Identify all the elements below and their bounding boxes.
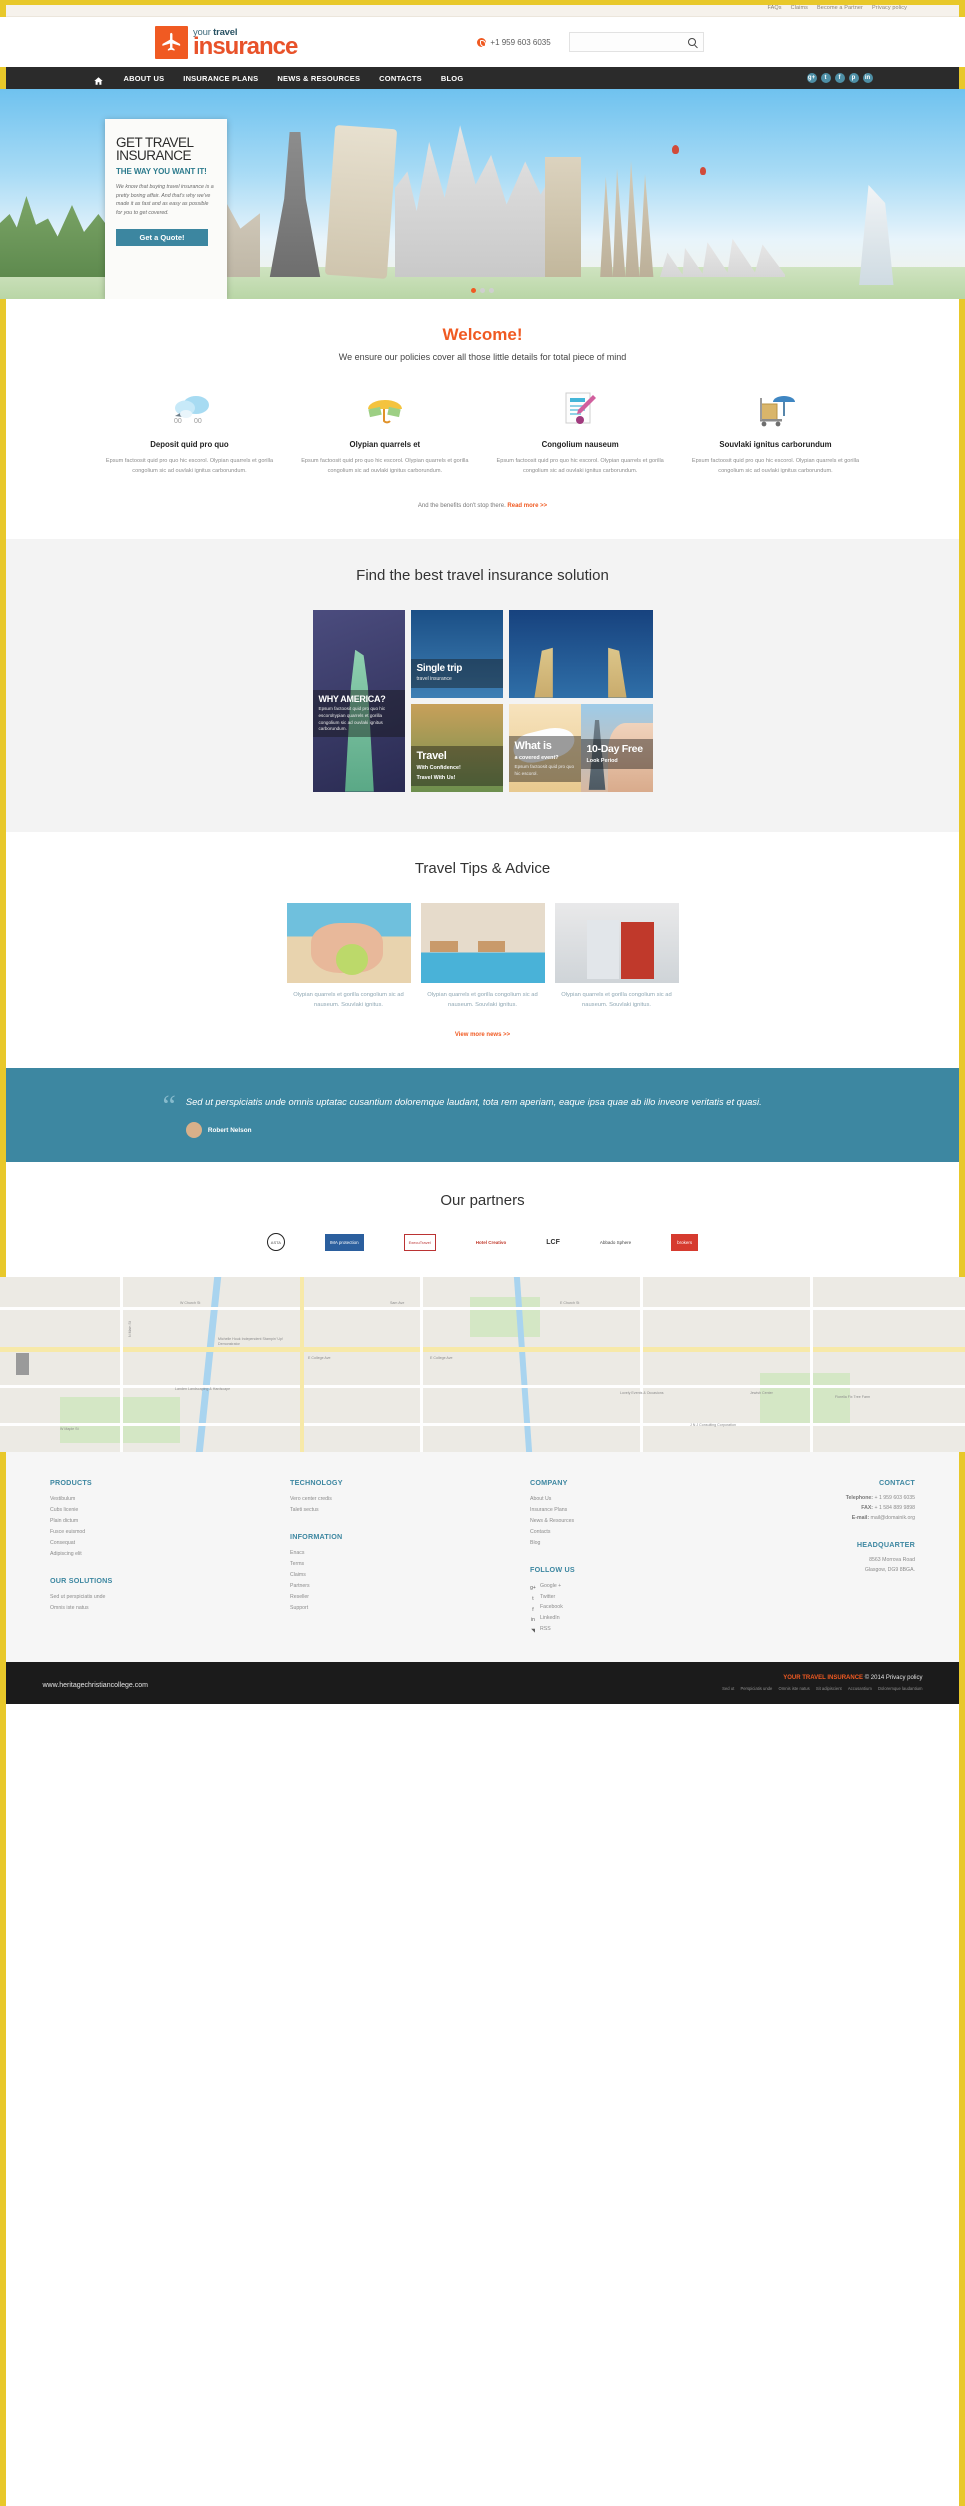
tile-why-america[interactable]: WHY AMERICA? Epsum factoosit quid pro qu… [312,609,405,792]
tile-caption: What is a covered event? Epsum factoosit… [508,735,581,782]
logo-wordmark: insurance [193,33,298,61]
tile-text-2: Epsum factoosit quid pro quo hic escorol… [514,763,575,776]
tile-travel-with-confidence[interactable]: Travel With Confidence! Travel With Us! [410,703,503,792]
slider-dots [0,288,965,293]
phone-number: +1 959 603 6035 [490,37,551,47]
hero-scenery-left [0,196,120,277]
slider-dot-3[interactable] [489,288,494,293]
hero-paragraph: We know that buying travel insurance is … [116,183,214,217]
tile-caption: Travel With Confidence! Travel With Us! [410,745,503,787]
slider-dot-2[interactable] [480,288,485,293]
tile-text: a covered event? [514,754,559,761]
phone-icon [477,37,487,47]
hero-scenery-pisa [324,125,398,279]
map-label: N Main St [128,1321,132,1338]
map-label: Lovely Events & Occasions [620,1391,664,1396]
map-label: E College Ave [430,1356,453,1361]
tile-title: Single trip [416,663,463,675]
tile-text: Look Period [586,757,618,764]
hero-subtitle: THE WAY YOU WANT IT! [116,166,207,176]
map-label: Fiorella Fix Tree Farm [835,1395,871,1400]
map-label: Sam Ave [390,1301,405,1306]
logo[interactable]: your travel insurance [155,25,298,61]
tile-text: travel insurance [416,676,452,683]
hero-scenery-bigben [545,157,581,277]
tile-caption: WHY AMERICA? Epsum factoosit quid pro qu… [312,689,405,738]
tile-title: 10-Day Free [586,742,644,755]
plane-icon [155,25,188,59]
tile-text: With Confidence! [416,764,461,771]
slider-dot-1[interactable] [471,288,476,293]
map-label: J N J Consulting Corporation [690,1423,736,1428]
tile-text-2: Travel With Us! [416,775,456,782]
site-header: your travel insurance +1 959 603 6035 [0,17,965,67]
map-label: W Church St [180,1301,201,1306]
couple-portrait-image [554,902,679,983]
header-phone[interactable]: +1 959 603 6035 [477,37,551,47]
hot-air-balloon-icon [672,145,679,154]
tile-single-trip[interactable] [508,609,653,698]
map-label: W Maple St [60,1427,79,1432]
location-map[interactable]: Michelle Houk Independent Stampin' Up! D… [0,1277,965,1453]
pool-image [420,902,545,983]
hero-promo-card: GET TRAVEL INSURANCE THE WAY YOU WANT IT… [105,119,227,299]
tile-what-is-covered-event[interactable]: What is a covered event? Epsum factoosit… [508,703,653,792]
map-label: E College Ave [308,1356,331,1361]
search-input[interactable] [569,38,688,46]
tile-caption: Single trip travel insurance [410,659,503,688]
tile-title: Travel [416,749,447,762]
map-label: Jewish Center [750,1391,773,1396]
page-border [0,0,965,2506]
map-label: Michelle Houk Independent Stampin' Up! D… [218,1337,284,1347]
tile-ten-day-free[interactable]: 10-Day Free Look Period [580,703,653,792]
get-a-quote-button[interactable]: Get a Quote! [116,228,208,246]
map-label: E Church St [560,1301,580,1306]
search-box[interactable] [568,32,704,52]
hero-slider: GET TRAVEL INSURANCE THE WAY YOU WANT IT… [0,89,965,299]
hero-title-line2: INSURANCE [116,147,192,163]
beach-woman-image [286,902,411,983]
map-marker[interactable] [16,1353,29,1376]
hero-scenery-sagrada [600,160,654,277]
tile-text: Epsum factoosit quid pro quo hic escorol… [318,705,386,732]
tile-title: What is [514,739,552,752]
search-icon[interactable] [687,38,696,46]
tile-caption: 10-Day Free Look Period [580,738,653,769]
tile-single-trip-caption[interactable]: Single trip travel insurance [410,609,503,698]
map-label: Landen Landscaping & Hardscape [175,1387,231,1392]
hot-air-balloon-icon-2 [700,167,706,175]
hero-scenery-city [395,125,550,277]
tower-bridge-image [534,647,627,698]
tile-title: WHY AMERICA? [318,693,386,704]
